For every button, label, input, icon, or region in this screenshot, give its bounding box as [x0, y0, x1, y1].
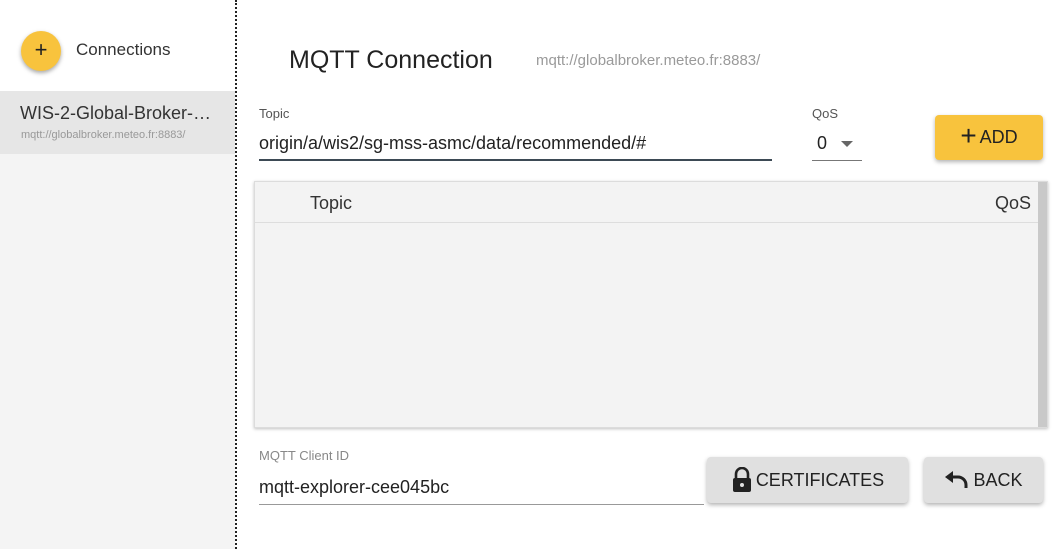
add-button[interactable]: + ADD — [935, 115, 1043, 160]
page-title: MQTT Connection — [289, 46, 493, 74]
back-button[interactable]: BACK — [924, 457, 1043, 503]
connection-item[interactable]: WIS-2-Global-Broker-Meteo-France mqtt://… — [0, 91, 235, 154]
sidebar-header: + Connections — [0, 0, 235, 90]
connection-url: mqtt://globalbroker.meteo.fr:8883/ — [21, 129, 186, 141]
table-header: Topic QoS — [255, 182, 1039, 223]
qos-value: 0 — [817, 133, 828, 153]
topic-input[interactable] — [259, 128, 772, 161]
connection-name: WIS-2-Global-Broker-Meteo-France — [20, 103, 225, 123]
column-header-qos: QoS — [994, 193, 1031, 213]
certificates-button[interactable]: CERTIFICATES — [707, 457, 908, 503]
qos-select[interactable]: 0 — [812, 128, 862, 161]
back-button-label: BACK — [973, 469, 1023, 490]
plus-icon: + — [34, 37, 48, 62]
column-header-topic: Topic — [310, 193, 353, 213]
add-button-label: ADD — [979, 127, 1018, 147]
topic-label: Topic — [259, 106, 290, 121]
client-id-label: MQTT Client ID — [259, 448, 350, 463]
client-id-input[interactable] — [259, 470, 704, 505]
qos-label: QoS — [812, 106, 839, 121]
connections-title: Connections — [76, 40, 171, 59]
table-scrollbar[interactable] — [1038, 182, 1047, 427]
sidebar-empty-area — [0, 154, 235, 549]
chevron-down-icon — [841, 141, 853, 147]
lock-icon — [732, 467, 751, 492]
add-connection-button[interactable]: + — [21, 31, 61, 71]
page-url: mqtt://globalbroker.meteo.fr:8883/ — [536, 52, 761, 69]
subscription-table: Topic QoS — [254, 181, 1048, 428]
sidebar: + Connections WIS-2-Global-Broker-Meteo-… — [0, 0, 237, 549]
undo-icon — [945, 471, 968, 488]
certificates-button-label: CERTIFICATES — [755, 469, 885, 490]
plus-icon: + — [960, 120, 977, 151]
